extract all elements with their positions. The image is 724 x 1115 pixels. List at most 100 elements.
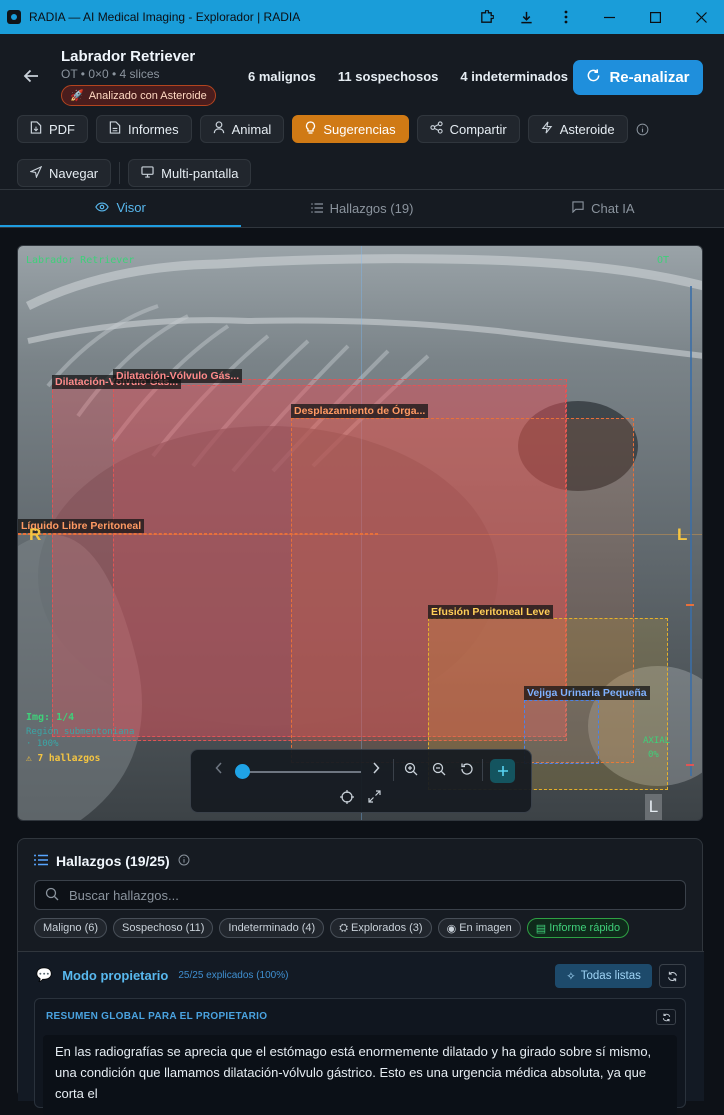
tab-visor-label: Visor xyxy=(116,200,146,215)
finding-box[interactable] xyxy=(18,533,378,535)
owner-summary-card: RESUMEN GLOBAL PARA EL PROPIETARIO En la… xyxy=(34,998,686,1115)
zoom-out-icon[interactable] xyxy=(432,762,446,779)
overlay-image-index: Img: 1/4 xyxy=(26,712,75,723)
user-icon xyxy=(213,121,225,137)
overlay-modality: OT xyxy=(657,255,670,266)
slice-slider-track[interactable] xyxy=(241,771,361,773)
owner-mode-section: 💬 Modo propietario 25/25 explicados (100… xyxy=(18,951,704,1115)
app-icon xyxy=(7,10,21,24)
download-icon[interactable] xyxy=(506,0,546,34)
reanalyze-label: Re-analizar xyxy=(609,69,690,86)
list-icon xyxy=(34,853,48,869)
back-arrow-icon[interactable] xyxy=(22,67,40,91)
refresh-button[interactable] xyxy=(659,964,686,988)
overlay-axial: AXIAL xyxy=(643,736,671,746)
maximize-button[interactable] xyxy=(632,0,678,34)
filter-sospechoso[interactable]: Sospechoso (11) xyxy=(113,918,214,938)
informes-label: Informes xyxy=(128,121,179,137)
multi-pantalla-button[interactable]: Multi-pantalla xyxy=(128,159,252,187)
navegar-button[interactable]: Navegar xyxy=(17,159,112,187)
summary-refresh-button[interactable] xyxy=(656,1009,676,1025)
scale-mark xyxy=(686,764,694,766)
crosshair-icon[interactable] xyxy=(340,790,354,807)
filter-explorados[interactable]: ⛭ Explorados (3) xyxy=(330,918,432,938)
tab-hallazgos[interactable]: Hallazgos (19) xyxy=(241,190,482,227)
controls-divider xyxy=(393,759,394,781)
finding-box[interactable] xyxy=(524,700,599,764)
overlay-axial-pct: 0% xyxy=(648,750,659,760)
compartir-button[interactable]: Compartir xyxy=(416,115,520,143)
minimize-button[interactable] xyxy=(586,0,632,34)
owner-mode-progress: 25/25 explicados (100%) xyxy=(178,969,289,981)
filter-chips: Maligno (6) Sospechoso (11) Indeterminad… xyxy=(34,918,630,938)
tab-visor[interactable]: Visor xyxy=(0,190,242,227)
slice-slider-knob[interactable] xyxy=(235,764,250,779)
tab-hallazgos-label: Hallazgos (19) xyxy=(329,201,414,216)
animal-button[interactable]: Animal xyxy=(199,115,285,143)
chip-label: Sospechoso (11) xyxy=(122,922,205,934)
list-icon xyxy=(310,201,323,216)
scale-mark xyxy=(686,604,694,606)
summary-header: RESUMEN GLOBAL PARA EL PROPIETARIO xyxy=(46,1011,268,1022)
pdf-label: PDF xyxy=(49,121,75,137)
corner-marker: L xyxy=(645,794,662,820)
chip-label: Indeterminado (4) xyxy=(228,922,316,934)
sparkle-icon: ✧ xyxy=(566,971,576,983)
owner-mode-title: 💬 Modo propietario 25/25 explicados (100… xyxy=(36,967,288,983)
explore-icon: ⛭ xyxy=(339,921,349,934)
findings-search-input[interactable]: Buscar hallazgos... xyxy=(34,880,686,910)
stat-malignos: 6 malignos xyxy=(248,69,316,84)
asteroide-label: Asteroide xyxy=(559,121,615,137)
patient-header: Labrador Retriever OT • 0×0 • 4 slices 🚀… xyxy=(0,34,724,190)
chip-label: Explorados (3) xyxy=(351,922,423,934)
share-icon xyxy=(429,121,443,137)
next-slice-icon[interactable] xyxy=(372,762,380,777)
add-annotation-button[interactable] xyxy=(490,759,515,783)
reset-view-icon[interactable] xyxy=(460,762,474,779)
filter-en-imagen[interactable]: ◉ En imagen xyxy=(437,918,521,938)
summary-text: En las radiografías se aprecia que el es… xyxy=(43,1035,677,1115)
navegar-label: Navegar xyxy=(49,165,99,181)
findings-title-text: Hallazgos (19/25) xyxy=(56,853,170,869)
overlay-patient-name: Labrador Retriever xyxy=(26,255,135,266)
chat-icon xyxy=(572,201,584,216)
finding-label[interactable]: Desplazamiento de Órga... xyxy=(291,404,429,418)
fullscreen-icon[interactable] xyxy=(368,790,381,806)
more-vertical-icon[interactable] xyxy=(546,0,586,34)
tab-chat-ia[interactable]: Chat IA xyxy=(483,190,724,227)
image-viewer[interactable]: Dilatación-Vólvulo Gás... Dilatación-Vól… xyxy=(17,245,703,821)
puzzle-icon[interactable] xyxy=(466,0,506,34)
sugerencias-label: Sugerencias xyxy=(323,121,396,137)
finding-label[interactable]: Efusión Peritoneal Leve xyxy=(428,605,554,619)
document-icon xyxy=(109,121,121,137)
informe-rapido-button[interactable]: ▤ Informe rápido xyxy=(526,918,630,938)
orientation-right: R xyxy=(29,525,42,544)
informes-button[interactable]: Informes xyxy=(96,115,192,143)
stat-sospechosos: 11 sospechosos xyxy=(337,69,439,84)
search-placeholder: Buscar hallazgos... xyxy=(69,887,179,903)
eye-icon xyxy=(95,200,110,215)
patient-name: Labrador Retriever xyxy=(61,48,196,65)
view-tabs: Visor Hallazgos (19) Chat IA xyxy=(0,190,724,228)
zap-icon xyxy=(541,121,553,137)
patient-meta: OT • 0×0 • 4 slices xyxy=(61,67,160,81)
orientation-left: L xyxy=(677,525,688,544)
stat-indeterminados: 4 indeterminados xyxy=(460,69,569,84)
all-ready-button[interactable]: ✧ Todas listas xyxy=(555,964,652,988)
stats-summary: 6 malignos 11 sospechosos 4 indeterminad… xyxy=(248,69,568,84)
zoom-in-icon[interactable] xyxy=(404,762,418,779)
filter-maligno[interactable]: Maligno (6) xyxy=(34,918,108,938)
filter-indeterminado[interactable]: Indeterminado (4) xyxy=(219,918,325,938)
info-icon[interactable] xyxy=(636,115,649,143)
sugerencias-button[interactable]: Sugerencias xyxy=(292,115,409,143)
asteroide-button[interactable]: Asteroide xyxy=(527,115,628,143)
info-icon[interactable] xyxy=(178,853,190,869)
close-button[interactable] xyxy=(678,0,724,34)
pdf-button[interactable]: PDF xyxy=(17,115,88,143)
overlay-region-zoom: · 100% xyxy=(26,739,59,749)
prev-slice-icon[interactable] xyxy=(215,762,223,777)
navigation-icon xyxy=(29,165,43,181)
finding-label[interactable]: Vejiga Urinaria Pequeña xyxy=(524,686,650,700)
finding-label[interactable]: Dilatación-Vólvulo Gás... xyxy=(113,369,243,383)
reanalyze-button[interactable]: Re-analizar xyxy=(573,60,703,95)
